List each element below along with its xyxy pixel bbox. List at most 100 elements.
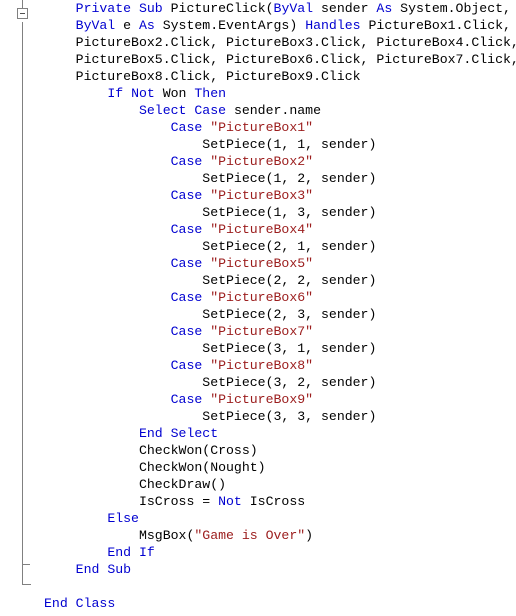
keyword-token: Class	[75, 596, 116, 611]
string-token: "PictureBox5"	[210, 256, 314, 271]
code-line[interactable]: If Not Won Then	[44, 85, 516, 102]
code-line[interactable]: Case "PictureBox3"	[44, 187, 516, 204]
identifier-token: SetPiece(2, 2, sender)	[202, 273, 377, 288]
code-line[interactable]: Case "PictureBox9"	[44, 391, 516, 408]
code-line[interactable]: CheckWon(Nought)	[44, 459, 516, 476]
code-editor[interactable]: Private Sub PictureClick(ByVal sender As…	[0, 0, 516, 616]
identifier-token: CheckDraw()	[138, 477, 227, 492]
code-line[interactable]: SetPiece(1, 1, sender)	[44, 136, 516, 153]
identifier-token	[202, 188, 210, 203]
code-line[interactable]: PictureBox2.Click, PictureBox3.Click, Pi…	[44, 34, 516, 51]
keyword-token: ByVal	[75, 18, 116, 33]
code-content[interactable]: Private Sub PictureClick(ByVal sender As…	[44, 0, 516, 616]
keyword-token: Else	[107, 511, 139, 526]
code-line[interactable]: IsCross = Not IsCross	[44, 493, 516, 510]
keyword-token: Case	[194, 103, 227, 118]
code-line[interactable]: Case "PictureBox2"	[44, 153, 516, 170]
identifier-token: Won	[154, 86, 195, 101]
identifier-token: System.Object,	[392, 1, 516, 16]
string-token: "PictureBox8"	[210, 358, 314, 373]
identifier-token: e	[115, 18, 139, 33]
keyword-token: End	[138, 426, 163, 441]
identifier-token: CheckWon(Cross)	[138, 443, 258, 458]
identifier-token	[202, 120, 210, 135]
identifier-token: PictureClick(	[162, 1, 274, 16]
code-line[interactable]: PictureBox8.Click, PictureBox9.Click	[44, 68, 516, 85]
identifier-token: IsCross =	[138, 494, 219, 509]
identifier-token	[163, 426, 171, 441]
code-line[interactable]: End If	[44, 544, 516, 561]
keyword-token: Case	[170, 324, 203, 339]
code-line[interactable]: SetPiece(3, 1, sender)	[44, 340, 516, 357]
keyword-token: If	[107, 86, 124, 101]
code-line[interactable]: Case "PictureBox1"	[44, 119, 516, 136]
identifier-token: SetPiece(3, 1, sender)	[202, 341, 377, 356]
keyword-token: Select	[170, 426, 219, 441]
string-token: "PictureBox9"	[210, 392, 314, 407]
code-line[interactable]: SetPiece(3, 2, sender)	[44, 374, 516, 391]
string-token: "PictureBox2"	[210, 154, 314, 169]
code-line[interactable]: Case "PictureBox5"	[44, 255, 516, 272]
identifier-token: )	[305, 528, 314, 543]
code-line[interactable]: Private Sub PictureClick(ByVal sender As…	[44, 0, 516, 17]
identifier-token: IsCross	[241, 494, 306, 509]
keyword-token: Handles	[305, 18, 361, 33]
string-token: "Game is Over"	[194, 528, 306, 543]
code-line[interactable]: SetPiece(2, 2, sender)	[44, 272, 516, 289]
keyword-token: Not	[131, 86, 155, 101]
identifier-token	[202, 358, 210, 373]
fold-toggle-minus-icon[interactable]	[17, 8, 28, 19]
code-line[interactable]: Case "PictureBox6"	[44, 289, 516, 306]
code-line[interactable]: Select Case sender.name	[44, 102, 516, 119]
keyword-token: Case	[170, 154, 203, 169]
identifier-token: PictureBox5.Click, PictureBox6.Click, Pi…	[75, 52, 516, 67]
identifier-token	[123, 86, 131, 101]
code-line[interactable]: Else	[44, 510, 516, 527]
keyword-token: Not	[218, 494, 242, 509]
keyword-token: As	[376, 1, 393, 16]
code-line[interactable]: MsgBox("Game is Over")	[44, 527, 516, 544]
code-line[interactable]: SetPiece(2, 3, sender)	[44, 306, 516, 323]
code-line[interactable]: Case "PictureBox7"	[44, 323, 516, 340]
code-line[interactable]: Case "PictureBox8"	[44, 357, 516, 374]
code-line[interactable]	[44, 578, 516, 595]
code-line[interactable]: End Sub	[44, 561, 516, 578]
identifier-token: PictureBox1.Click,	[360, 18, 516, 33]
identifier-token	[202, 256, 210, 271]
keyword-token: Case	[170, 358, 203, 373]
identifier-token: PictureBox2.Click, PictureBox3.Click, Pi…	[75, 35, 516, 50]
keyword-token: ByVal	[273, 1, 314, 16]
fold-tick-end-sub	[22, 564, 30, 565]
code-line[interactable]: SetPiece(2, 1, sender)	[44, 238, 516, 255]
code-line[interactable]: SetPiece(1, 2, sender)	[44, 170, 516, 187]
code-line[interactable]: End Class	[44, 595, 516, 612]
code-line[interactable]: SetPiece(3, 3, sender)	[44, 408, 516, 425]
keyword-token: As	[138, 18, 155, 33]
keyword-token: Sub	[107, 562, 132, 577]
code-line[interactable]: SetPiece(1, 3, sender)	[44, 204, 516, 221]
identifier-token	[202, 222, 210, 237]
code-line[interactable]: Case "PictureBox4"	[44, 221, 516, 238]
code-line[interactable]: PictureBox5.Click, PictureBox6.Click, Pi…	[44, 51, 516, 68]
code-line[interactable]: ByVal e As System.EventArgs) Handles Pic…	[44, 17, 516, 34]
string-token: "PictureBox1"	[210, 120, 314, 135]
code-line[interactable]: End Select	[44, 425, 516, 442]
fold-line-main	[22, 22, 23, 585]
code-line[interactable]: CheckWon(Cross)	[44, 442, 516, 459]
keyword-token: Private	[75, 1, 132, 16]
code-line[interactable]: CheckDraw()	[44, 476, 516, 493]
